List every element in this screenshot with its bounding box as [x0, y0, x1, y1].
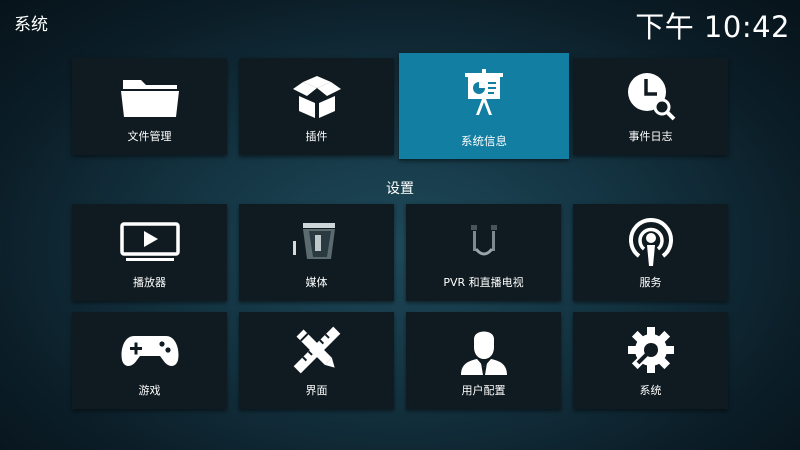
tile-label: 播放器	[133, 276, 166, 289]
tile-pvr[interactable]: PVR 和直播电视	[406, 204, 561, 301]
tile-interface[interactable]: 界面	[239, 312, 394, 409]
tile-games[interactable]: 游戏	[72, 312, 227, 409]
pencil-ruler-icon	[239, 324, 394, 376]
tile-player[interactable]: 播放器	[72, 204, 227, 301]
user-icon	[406, 324, 561, 376]
podcast-icon	[573, 216, 728, 268]
tile-label: 游戏	[138, 384, 161, 397]
player-icon	[72, 216, 227, 268]
gamepad-icon	[72, 324, 227, 376]
tile-system[interactable]: 系统	[573, 312, 728, 409]
tile-label: 插件	[305, 130, 328, 143]
tile-label: 媒体	[305, 276, 328, 289]
tile-label: 用户配置	[461, 384, 506, 397]
page-title: 系统	[14, 15, 48, 35]
tile-services[interactable]: 服务	[573, 204, 728, 301]
tile-profiles[interactable]: 用户配置	[406, 312, 561, 409]
tile-label: 事件日志	[628, 130, 673, 143]
tile-label: 界面	[305, 384, 328, 397]
tile-label: 文件管理	[127, 130, 172, 143]
tile-label: 系统信息	[461, 134, 507, 148]
clock-search-icon	[573, 70, 728, 122]
tile-label: 服务	[639, 276, 662, 289]
section-title-settings: 设置	[386, 181, 414, 197]
tile-media[interactable]: 媒体	[239, 204, 394, 301]
media-icon	[239, 216, 394, 268]
clock: 下午 10:42	[635, 10, 790, 44]
tile-label: PVR 和直播电视	[443, 276, 524, 289]
tile-file-manager[interactable]: 文件管理	[72, 58, 227, 155]
gear-wrench-icon	[573, 324, 728, 376]
tile-event-log[interactable]: 事件日志	[573, 58, 728, 155]
tile-system-info[interactable]: 系统信息	[399, 53, 569, 159]
presentation-icon	[399, 67, 569, 119]
tile-addons[interactable]: 插件	[239, 58, 394, 155]
folder-icon	[72, 70, 227, 122]
addons-box-icon	[239, 70, 394, 122]
tile-label: 系统	[639, 384, 662, 397]
pvr-icon	[406, 216, 561, 268]
